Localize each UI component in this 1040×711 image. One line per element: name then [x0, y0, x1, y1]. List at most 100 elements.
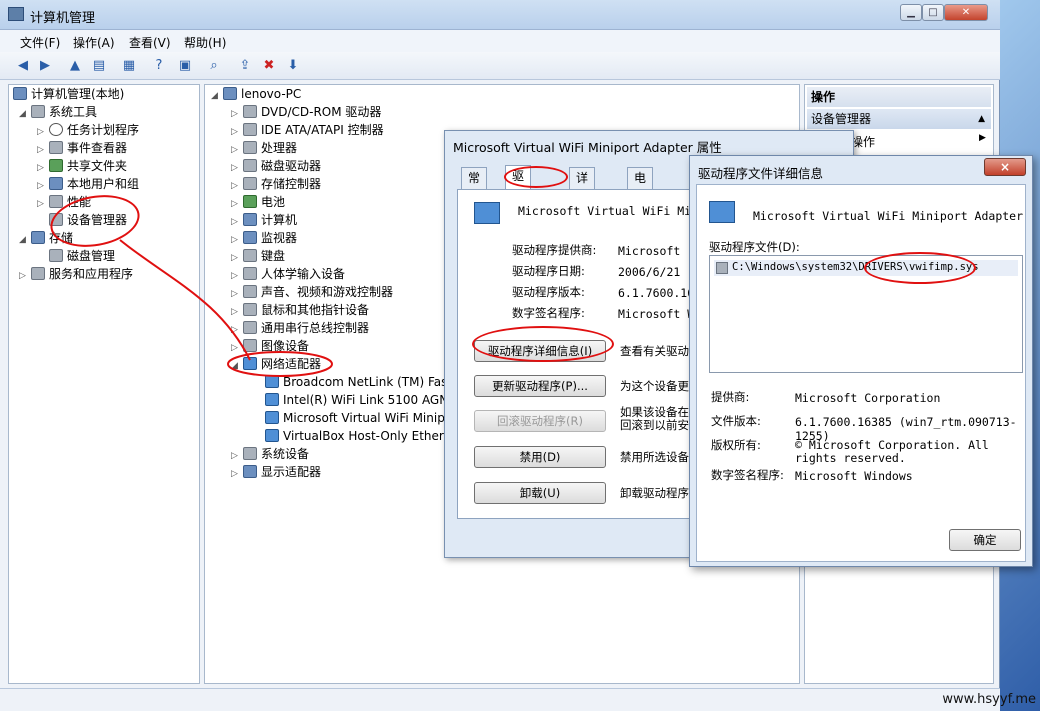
- tree-root-computer[interactable]: ◢ lenovo-PC: [211, 85, 301, 103]
- network-adapter-item[interactable]: VirtualBox Host-Only Ethernet: [265, 427, 463, 445]
- storage-controller-icon: [243, 177, 257, 190]
- tab-power-management[interactable]: 电源管理: [627, 167, 654, 245]
- maximize-button[interactable]: □: [922, 4, 944, 21]
- network-adapter-icon: [265, 375, 279, 388]
- forward-arrow-icon[interactable]: ▶: [36, 57, 54, 75]
- field-value: 2006/6/21: [618, 265, 681, 279]
- view-icon[interactable]: ▣: [176, 57, 194, 75]
- tree-item-services-apps[interactable]: ▷ 服务和应用程序: [19, 265, 133, 283]
- collapse-up-icon[interactable]: ▲: [978, 109, 985, 129]
- expand-arrow-icon[interactable]: ▷: [37, 195, 49, 213]
- expand-arrow-icon[interactable]: ▷: [231, 465, 243, 483]
- menu-help[interactable]: 帮助(H): [184, 34, 226, 51]
- info-value: © Microsoft Corporation. All rights rese…: [795, 438, 989, 465]
- actions-header: 操作: [807, 87, 991, 107]
- processor-icon: [243, 141, 257, 154]
- uninstall-button[interactable]: 卸载(U): [474, 482, 606, 504]
- tree-item-event-viewer[interactable]: ▷ 事件查看器: [37, 139, 127, 157]
- mouse-icon: [243, 303, 257, 316]
- network-adapter-icon: [243, 357, 257, 370]
- info-label: 数字签名程序:: [711, 468, 784, 482]
- back-arrow-icon[interactable]: ◀: [14, 57, 32, 75]
- monitor-icon: [243, 231, 257, 244]
- menu-file[interactable]: 文件(F): [20, 34, 60, 51]
- tab-general[interactable]: 常规: [461, 167, 488, 205]
- menu-view[interactable]: 查看(V): [129, 34, 171, 51]
- up-folder-icon[interactable]: ▲: [66, 57, 84, 75]
- hid-icon: [243, 267, 257, 280]
- battery-icon: [243, 195, 257, 208]
- close-button[interactable]: ×: [984, 158, 1026, 176]
- device-category[interactable]: ▷ 磁盘驱动器: [231, 157, 321, 175]
- info-label: 文件版本:: [711, 414, 761, 428]
- device-category[interactable]: ▷ DVD/CD-ROM 驱动器: [231, 103, 381, 121]
- collapse-arrow-icon[interactable]: ◢: [211, 87, 223, 105]
- info-label: 提供商:: [711, 390, 750, 404]
- tree-item-task-scheduler[interactable]: ▷ 任务计划程序: [37, 121, 139, 139]
- help-icon[interactable]: ?: [150, 57, 168, 75]
- tree-item-local-users[interactable]: ▷ 本地用户和组: [37, 175, 139, 193]
- device-category[interactable]: ▷ 显示适配器: [231, 463, 321, 481]
- network-adapter-item[interactable]: Broadcom NetLink (TM) Fast E: [265, 373, 463, 391]
- device-category[interactable]: ▷ 鼠标和其他指针设备: [231, 301, 369, 319]
- watermark-text: www.hsyyf.me: [942, 692, 1036, 707]
- device-category[interactable]: ▷ 键盘: [231, 247, 285, 265]
- button-description: 查看有关驱动: [620, 344, 689, 358]
- driver-files-label: 驱动程序文件(D):: [709, 240, 800, 254]
- collapse-arrow-icon[interactable]: ◢: [19, 105, 31, 123]
- dialog-title: 驱动程序文件详细信息: [698, 166, 824, 181]
- rollback-driver-button[interactable]: 回滚驱动程序(R): [474, 410, 606, 432]
- driver-file-details-body: Microsoft Virtual WiFi Miniport Adapter …: [696, 184, 1026, 562]
- field-label: 驱动程序提供商:: [512, 243, 597, 257]
- keyboard-icon: [243, 249, 257, 262]
- uninstall-icon[interactable]: ✖: [260, 57, 278, 75]
- collapse-arrow-icon[interactable]: ◢: [231, 357, 243, 375]
- device-category[interactable]: ▷ 存储控制器: [231, 175, 321, 193]
- properties-icon[interactable]: ▦: [120, 57, 138, 75]
- scan-hardware-icon[interactable]: ⌕: [205, 57, 223, 75]
- tab-details[interactable]: 详细信息: [569, 167, 596, 245]
- actions-section-device-manager[interactable]: 设备管理器 ▲: [807, 109, 991, 129]
- tree-item-disk-management[interactable]: 磁盘管理: [49, 247, 115, 265]
- disable-button[interactable]: 禁用(D): [474, 446, 606, 468]
- device-category[interactable]: ▷ 计算机: [231, 211, 297, 229]
- close-button[interactable]: ✕: [944, 4, 988, 21]
- device-category[interactable]: ▷ 监视器: [231, 229, 297, 247]
- performance-icon: [49, 195, 63, 208]
- tree-item-computer-management[interactable]: 计算机管理(本地): [13, 85, 124, 103]
- system-devices-icon: [243, 447, 257, 460]
- minimize-button[interactable]: ▁: [900, 4, 922, 21]
- menu-action[interactable]: 操作(A): [73, 34, 115, 51]
- network-adapter-item[interactable]: Intel(R) WiFi Link 5100 AGN: [265, 391, 448, 409]
- info-label: 版权所有:: [711, 438, 761, 452]
- device-category[interactable]: ▷ 电池: [231, 193, 285, 211]
- network-adapter-item[interactable]: Microsoft Virtual WiFi Minipor: [265, 409, 457, 427]
- title-bar: 计算机管理 ▁ □ ✕: [0, 0, 1000, 30]
- device-category-network[interactable]: ◢ 网络适配器: [231, 355, 321, 373]
- camera-icon: [243, 339, 257, 352]
- device-category[interactable]: ▷ 系统设备: [231, 445, 309, 463]
- usb-icon: [243, 321, 257, 334]
- show-tree-icon[interactable]: ▤: [90, 57, 108, 75]
- collapse-arrow-icon[interactable]: ◢: [19, 231, 31, 249]
- toolbar: ◀ ▶ ▲ ▤ ▦ ? ▣ ⌕ ⇪ ✖ ⬇: [0, 52, 1000, 80]
- dvd-drive-icon: [243, 105, 257, 118]
- device-category[interactable]: ▷ 人体学输入设备: [231, 265, 345, 283]
- disk-icon: [49, 249, 63, 262]
- device-category[interactable]: ▷ 通用串行总线控制器: [231, 319, 369, 337]
- status-bar: [0, 688, 1000, 711]
- ide-controller-icon: [243, 123, 257, 136]
- device-category[interactable]: ▷ 声音、视频和游戏控制器: [231, 283, 393, 301]
- update-driver-button[interactable]: 更新驱动程序(P)...: [474, 375, 606, 397]
- field-label: 数字签名程序:: [512, 306, 585, 320]
- update-driver-icon[interactable]: ⇪: [236, 57, 254, 75]
- device-category[interactable]: ▷ IDE ATA/ATAPI 控制器: [231, 121, 384, 139]
- tree-item-system-tools[interactable]: ◢ 系统工具: [19, 103, 97, 121]
- device-category[interactable]: ▷ 处理器: [231, 139, 297, 157]
- device-category[interactable]: ▷ 图像设备: [231, 337, 309, 355]
- disable-device-icon[interactable]: ⬇: [284, 57, 302, 75]
- window-title: 计算机管理: [30, 11, 96, 26]
- ok-button[interactable]: 确定: [949, 529, 1021, 551]
- tree-item-shared-folders[interactable]: ▷ 共享文件夹: [37, 157, 127, 175]
- expand-arrow-icon[interactable]: ▷: [19, 267, 31, 285]
